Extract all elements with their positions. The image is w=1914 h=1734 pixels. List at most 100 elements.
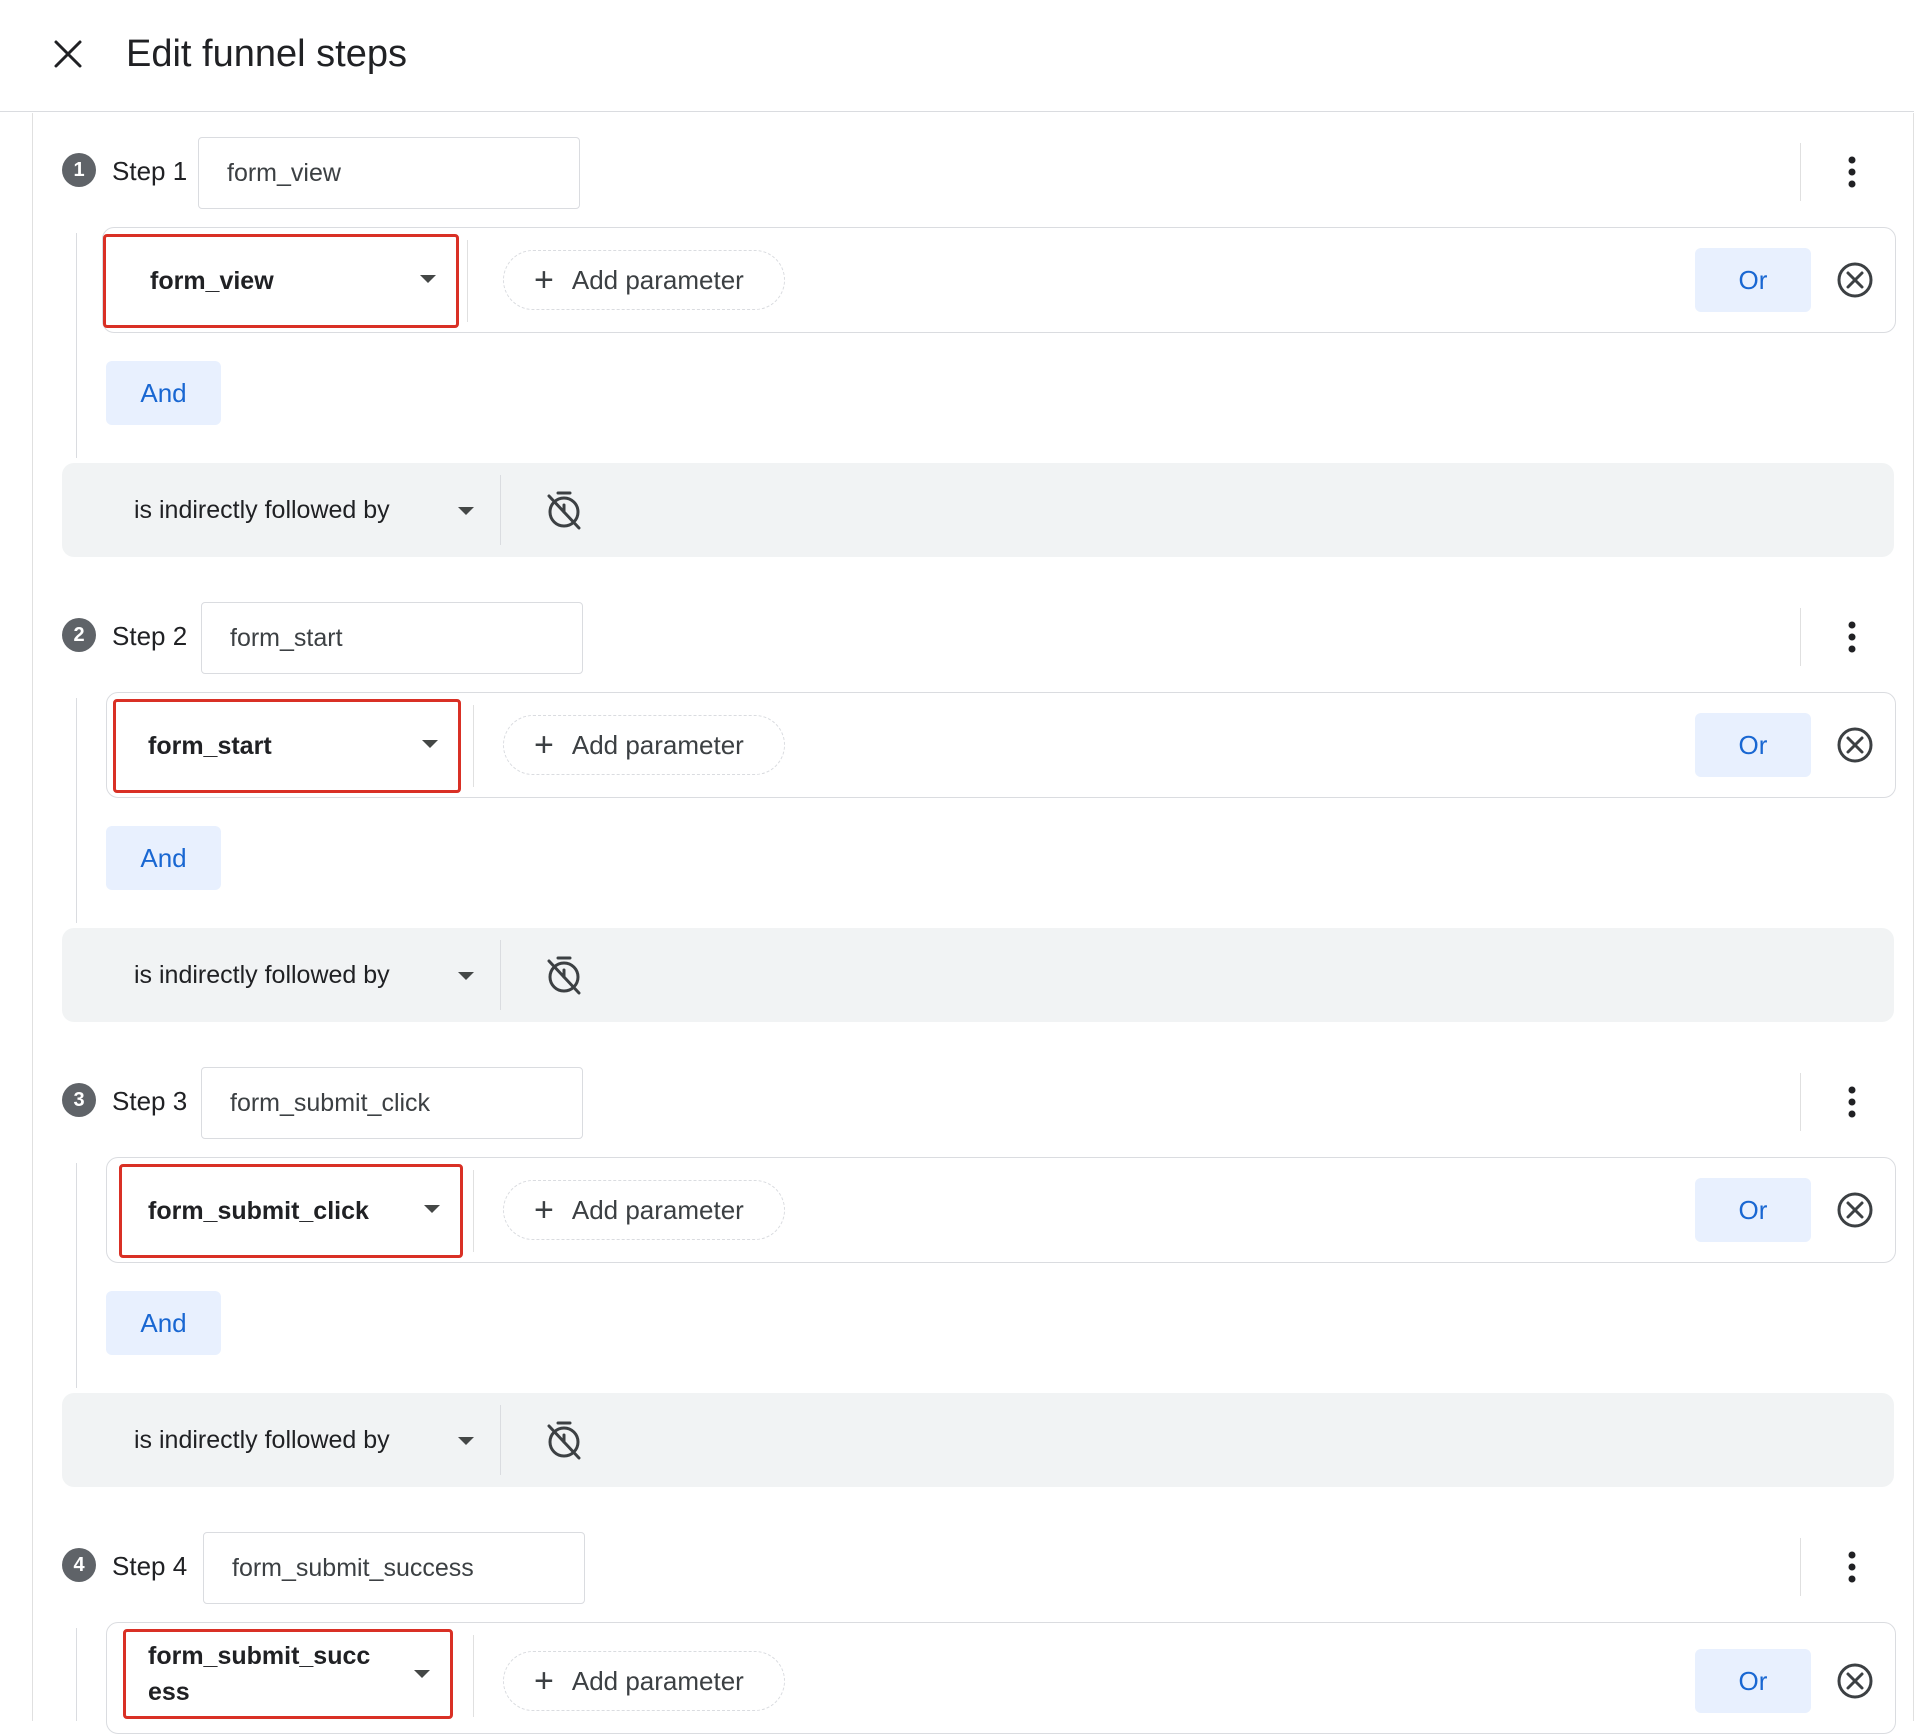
time-constraint-button[interactable] (538, 485, 590, 535)
event-name-select[interactable]: form_view (103, 234, 459, 328)
event-name-select[interactable]: form_submit_succ ess (123, 1629, 453, 1719)
step-4: 4 Step 4 form_submit_succ ess + Add para… (0, 1520, 1914, 1734)
close-icon (54, 40, 82, 68)
step-number-badge: 4 (62, 1548, 96, 1582)
more-options-button[interactable] (1832, 1075, 1872, 1129)
remove-condition-button[interactable] (1833, 1188, 1877, 1232)
step-label: Step 2 (112, 621, 188, 651)
condition-card: form_start + Add parameter Or (106, 692, 1896, 798)
event-name-value: form_submit_succ ess (148, 1642, 371, 1706)
cancel-circle-icon (1837, 262, 1873, 298)
condition-card: form_submit_click + Add parameter Or (106, 1157, 1896, 1263)
sequence-condition-value: is indirectly followed by (134, 495, 390, 524)
plus-icon: + (534, 261, 554, 299)
sequence-condition-select[interactable]: is indirectly followed by (114, 944, 504, 1006)
cancel-circle-icon (1837, 727, 1873, 763)
divider (473, 1635, 474, 1717)
remove-condition-button[interactable] (1833, 1659, 1877, 1703)
event-name-value: form_submit_click (148, 1197, 369, 1225)
or-button[interactable]: Or (1695, 1649, 1811, 1713)
time-constraint-button[interactable] (538, 1415, 590, 1465)
step-thread-line (76, 698, 77, 923)
add-parameter-button[interactable]: + Add parameter (503, 1180, 785, 1240)
or-button[interactable]: Or (1695, 1178, 1811, 1242)
step-number-badge: 2 (62, 618, 96, 652)
step-label: Step 3 (112, 1086, 188, 1116)
dropdown-caret-icon (414, 1670, 430, 1678)
step-name-input[interactable] (198, 137, 580, 209)
divider (473, 1170, 474, 1252)
and-button[interactable]: And (106, 361, 221, 425)
divider (1800, 1538, 1801, 1596)
add-parameter-button[interactable]: + Add parameter (503, 250, 785, 310)
divider (500, 475, 501, 545)
or-button[interactable]: Or (1695, 713, 1811, 777)
and-button[interactable]: And (106, 826, 221, 890)
divider (473, 705, 474, 787)
step-number-badge: 1 (62, 153, 96, 187)
event-name-select[interactable]: form_submit_click (119, 1164, 463, 1258)
more-options-button[interactable] (1832, 1540, 1872, 1594)
dropdown-caret-icon (420, 275, 436, 283)
sequence-condition-select[interactable]: is indirectly followed by (114, 1409, 504, 1471)
event-name-value: form_start (148, 732, 272, 760)
cancel-circle-icon (1837, 1192, 1873, 1228)
divider (1800, 608, 1801, 666)
divider (1800, 1073, 1801, 1131)
event-name-select[interactable]: form_start (113, 699, 461, 793)
step-label: Step 4 (112, 1551, 188, 1581)
divider (1800, 143, 1801, 201)
dropdown-caret-icon (458, 507, 474, 515)
dropdown-caret-icon (424, 1205, 440, 1213)
step-name-input[interactable] (201, 1067, 583, 1139)
remove-condition-button[interactable] (1833, 258, 1877, 302)
time-constraint-button[interactable] (538, 950, 590, 1000)
step-thread-line (76, 1163, 77, 1388)
close-button[interactable] (44, 30, 92, 78)
plus-icon: + (534, 1191, 554, 1229)
step-1: 1 Step 1 form_view + Add parameter Or (0, 125, 1914, 465)
more-vert-icon (1848, 1551, 1856, 1583)
timer-off-icon (547, 1421, 581, 1460)
step-3: 3 Step 3 form_submit_click + Add paramet… (0, 1055, 1914, 1395)
divider (500, 1405, 501, 1475)
condition-card: form_submit_succ ess + Add parameter Or (106, 1622, 1896, 1734)
sequence-condition-value: is indirectly followed by (134, 960, 390, 989)
remove-condition-button[interactable] (1833, 723, 1877, 767)
timer-off-icon (547, 956, 581, 995)
and-button[interactable]: And (106, 1291, 221, 1355)
step-name-input[interactable] (203, 1532, 585, 1604)
funnel-steps-panel[interactable]: 1 Step 1 form_view + Add parameter Or (0, 113, 1914, 1734)
more-options-button[interactable] (1832, 610, 1872, 664)
step-connector: is indirectly followed by (62, 463, 1894, 557)
dialog-header: Edit funnel steps (0, 0, 1914, 112)
more-vert-icon (1848, 621, 1856, 653)
add-parameter-button[interactable]: + Add parameter (503, 1651, 785, 1711)
add-parameter-label: Add parameter (571, 729, 744, 760)
add-parameter-label: Add parameter (571, 1194, 744, 1225)
divider (500, 940, 501, 1010)
cancel-circle-icon (1837, 1663, 1873, 1699)
step-label: Step 1 (112, 156, 188, 186)
condition-card: form_view + Add parameter Or (102, 227, 1896, 333)
step-name-input[interactable] (201, 602, 583, 674)
divider (467, 240, 468, 322)
timer-off-icon (547, 491, 581, 530)
step-connector: is indirectly followed by (62, 928, 1894, 1022)
plus-icon: + (534, 726, 554, 764)
or-button[interactable]: Or (1695, 248, 1811, 312)
dropdown-caret-icon (458, 972, 474, 980)
step-thread-line (76, 233, 77, 458)
more-vert-icon (1848, 156, 1856, 188)
dropdown-caret-icon (458, 1437, 474, 1445)
event-name-value: form_view (150, 267, 274, 295)
more-vert-icon (1848, 1086, 1856, 1118)
dropdown-caret-icon (422, 740, 438, 748)
step-thread-line (76, 1628, 77, 1721)
add-parameter-button[interactable]: + Add parameter (503, 715, 785, 775)
sequence-condition-select[interactable]: is indirectly followed by (114, 479, 504, 541)
sequence-condition-value: is indirectly followed by (134, 1425, 390, 1454)
more-options-button[interactable] (1832, 145, 1872, 199)
step-number-badge: 3 (62, 1083, 96, 1117)
add-parameter-label: Add parameter (571, 1665, 744, 1696)
